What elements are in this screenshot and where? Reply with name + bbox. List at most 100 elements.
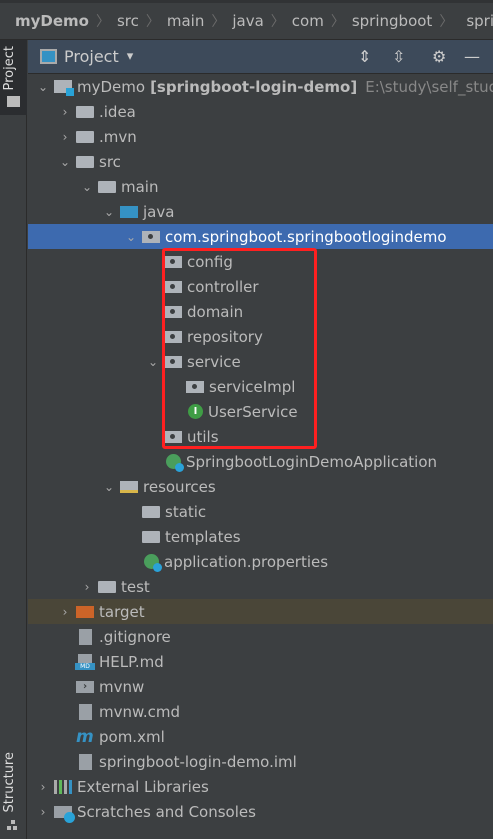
chevron-down-icon[interactable]: ⌄ [76,180,98,194]
chevron-right-icon[interactable]: › [32,805,54,819]
chevron-right-icon[interactable]: › [54,130,76,144]
item-label: templates [165,527,241,546]
item-label: .gitignore [99,627,171,646]
chevron-down-icon[interactable]: ⌄ [98,205,120,219]
spring-properties-icon [144,554,162,572]
item-label: domain [187,302,244,321]
item-label: application.properties [164,552,329,571]
tree-item-main[interactable]: ⌄ main [28,174,493,199]
package-icon [186,380,204,393]
structure-tool-label[interactable]: Structure [2,752,17,812]
item-label: SpringbootLoginDemoApplication [186,452,438,471]
tree-item-gitignore[interactable]: .gitignore [28,624,493,649]
chevron-right-icon[interactable]: › [76,580,98,594]
package-icon [142,230,160,243]
project-tool-label[interactable]: Project [2,46,17,90]
breadcrumb-item[interactable]: springboot [466,12,493,30]
tree-item-properties[interactable]: application.properties [28,549,493,574]
chevron-down-icon[interactable]: ▾ [127,49,134,64]
item-label: com.springboot.springbootlogindemo [165,227,447,246]
item-label: service [187,352,241,371]
item-label: java [143,202,175,221]
maven-icon: m [76,726,94,747]
tree-item-scratches[interactable]: › Scratches and Consoles [28,799,493,824]
chevron-down-icon[interactable]: ⌄ [54,155,76,169]
breadcrumb-item[interactable]: com [292,12,324,30]
tree-item-pom[interactable]: m pom.xml [28,724,493,749]
resources-folder-icon [120,480,138,493]
item-label: External Libraries [77,777,209,796]
tree-item-mydemo[interactable]: ⌄ myDemo [springboot-login-demo] E:\study\s… [28,74,493,99]
tree-item-test[interactable]: › test [28,574,493,599]
breadcrumb-item[interactable]: main [167,12,204,30]
item-label: repository [187,327,263,346]
item-label: test [121,577,150,596]
tree-item-package[interactable]: ⌄ com.springboot.springbootlogindemo [28,224,493,249]
tree-item-utils[interactable]: utils [28,424,493,449]
item-label: .mvn [99,127,137,146]
chevron-down-icon[interactable]: ⌄ [98,480,120,494]
collapse-all-icon[interactable]: ⇳ [392,47,405,66]
left-tool-stripe: Project Structure [0,40,27,839]
tree-item-controller[interactable]: controller [28,274,493,299]
chevron-down-icon[interactable]: ⌄ [32,80,54,94]
tree-item-templates[interactable]: templates [28,524,493,549]
gear-icon[interactable]: ⚙ [432,47,446,66]
tree-item-external-libraries[interactable]: › External Libraries [28,774,493,799]
item-label: resources [143,477,216,496]
tree-item-java[interactable]: ⌄ java [28,199,493,224]
tree-item-mvnw[interactable]: › mvnw [28,674,493,699]
folder-icon [98,180,116,193]
tree-item-static[interactable]: static [28,499,493,524]
tree-item-mvn[interactable]: › .mvn [28,124,493,149]
item-label: serviceImpl [209,377,296,396]
libraries-icon [54,779,72,794]
markdown-file-icon [75,653,95,670]
expand-all-icon[interactable]: ⇕ [358,47,371,66]
tree-item-application[interactable]: SpringbootLoginDemoApplication [28,449,493,474]
folder-icon [98,580,116,593]
tree-item-idea[interactable]: › .idea [28,99,493,124]
item-label: myDemo [77,77,146,96]
tree-item-resources[interactable]: ⌄ resources [28,474,493,499]
minimize-icon[interactable]: — [464,47,480,66]
breadcrumb-item[interactable]: java [232,12,263,30]
source-folder-icon [120,205,138,218]
breadcrumb-item[interactable]: src [117,12,139,30]
item-label: controller [187,277,259,296]
item-label: pom.xml [99,727,165,746]
tree-item-userservice[interactable]: I UserService [28,399,493,424]
item-label: mvnw [99,677,145,696]
tree-item-config[interactable]: config [28,249,493,274]
folder-icon [76,105,94,118]
tree-item-domain[interactable]: domain [28,299,493,324]
tree-item-mvnwcmd[interactable]: mvnw.cmd [28,699,493,724]
chevron-down-icon[interactable]: ⌄ [142,355,164,369]
item-label: HELP.md [99,652,164,671]
chevron-down-icon[interactable]: ⌄ [120,230,142,244]
view-selector[interactable]: Project [64,47,119,66]
package-icon [164,255,182,268]
breadcrumb: myDemo 〉 src 〉 main 〉 java 〉 com 〉 springboot… [0,0,493,40]
chevron-right-icon[interactable]: › [54,105,76,119]
breadcrumb-item[interactable]: myDemo [15,12,89,30]
item-label: target [99,602,145,621]
chevron-right-icon[interactable]: › [54,605,76,619]
tree-item-serviceimpl[interactable]: serviceImpl [28,374,493,399]
tree-item-target[interactable]: › target [28,599,493,624]
tree-item-help[interactable]: HELP.md [28,649,493,674]
excluded-folder-icon [76,605,94,618]
tree-item-src[interactable]: ⌄ src [28,149,493,174]
shell-script-icon: › [76,680,94,693]
item-label: mvnw.cmd [99,702,181,721]
chevron-right-icon[interactable]: › [32,780,54,794]
folder-icon [76,130,94,143]
item-label: springboot-login-demo.iml [99,752,297,771]
scratches-icon [54,805,75,823]
tree-item-iml[interactable]: springboot-login-demo.iml [28,749,493,774]
tree-item-service[interactable]: ⌄ service [28,349,493,374]
breadcrumb-item[interactable]: springboot [352,12,432,30]
module-file-icon [79,753,92,770]
package-icon [164,355,182,368]
tree-item-repository[interactable]: repository [28,324,493,349]
